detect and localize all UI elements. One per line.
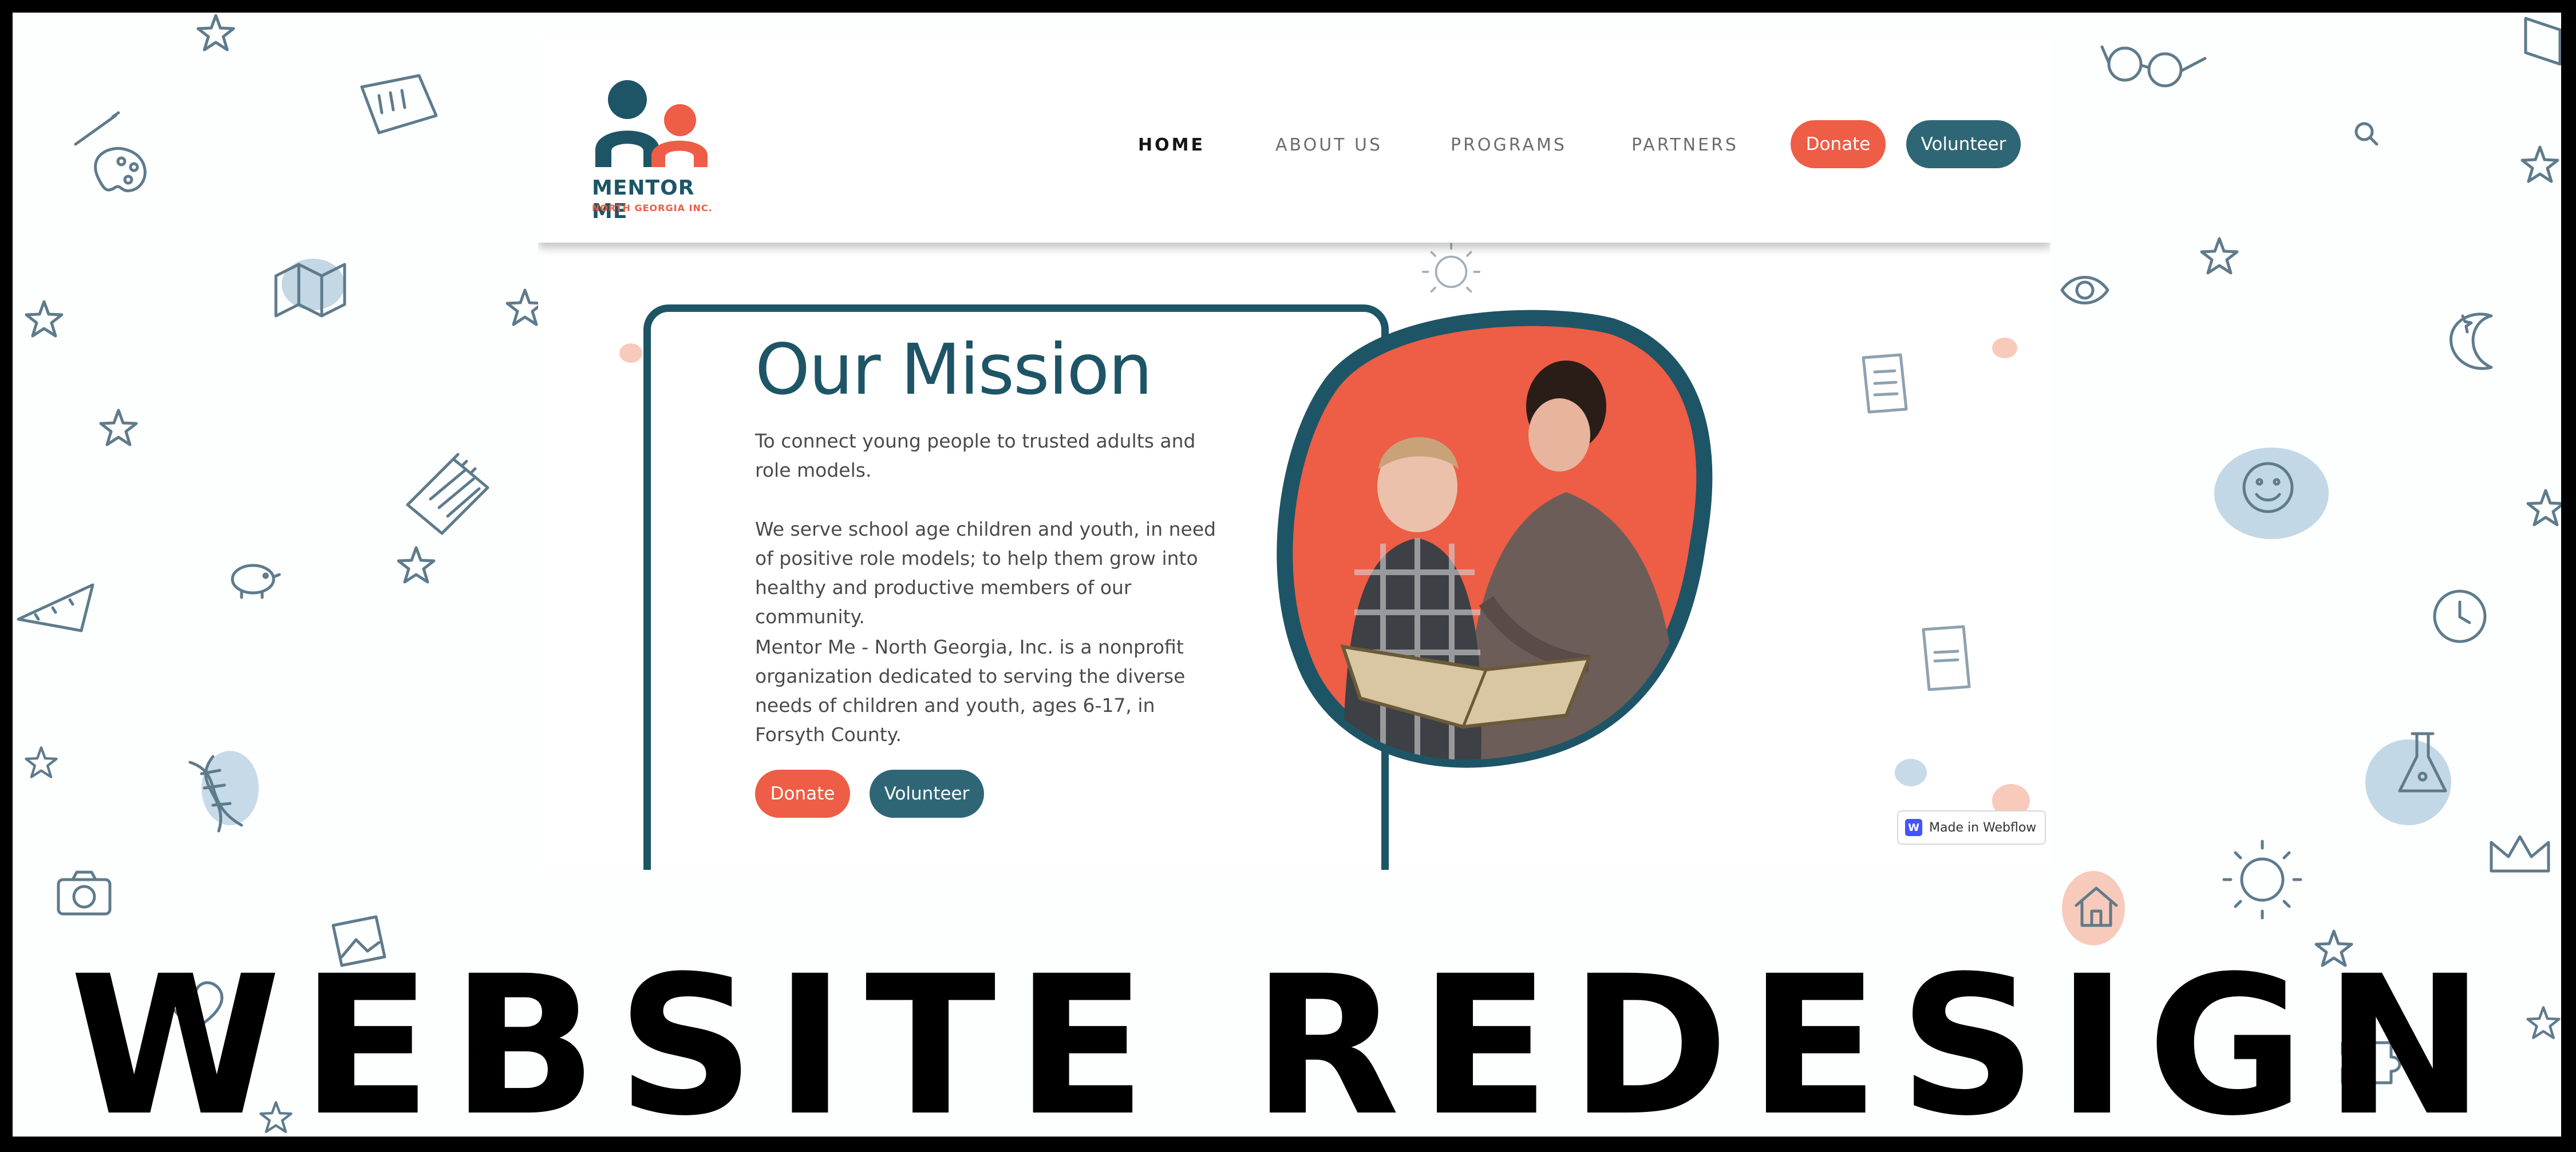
main-nav: HOME ABOUT US PROGRAMS PARTNERS Donate V…: [538, 120, 2050, 172]
house-icon: [2068, 877, 2125, 934]
mission-title: Our Mission: [755, 329, 1152, 410]
notepad-icon: [390, 448, 499, 545]
glasses-icon: [2096, 30, 2211, 93]
star-icon: [24, 299, 64, 339]
mentor-photo: [1246, 303, 1761, 818]
logo-subtitle: NORTH GEORGIA INC.: [592, 203, 713, 213]
nav-partners[interactable]: PARTNERS: [1631, 135, 1739, 155]
nav-about-us[interactable]: ABOUT US: [1275, 135, 1382, 155]
mission-paragraph: Mentor Me - North Georgia, Inc. is a non…: [755, 636, 1186, 746]
banner-title: WEBSITE REDESIGN: [69, 935, 2504, 1137]
palette-icon: [64, 104, 173, 219]
mission-volunteer-button[interactable]: Volunteer: [870, 770, 984, 818]
notepad-icon: [350, 70, 442, 144]
camera-icon: [53, 865, 116, 923]
test-paper-icon: [1855, 349, 1918, 418]
ruler-triangle-icon: [13, 573, 98, 636]
star-icon: [2199, 236, 2239, 276]
star-icon: [2520, 144, 2560, 184]
header-volunteer-button[interactable]: Volunteer: [1906, 120, 2021, 168]
nav-programs[interactable]: PROGRAMS: [1451, 135, 1567, 155]
made-in-webflow-badge[interactable]: W Made in Webflow: [1897, 810, 2046, 845]
book-icon: [2520, 13, 2561, 66]
mission-paragraph: We serve school age children and youth, …: [755, 518, 1216, 628]
star-icon: [196, 13, 236, 53]
eye-icon: [2056, 264, 2113, 316]
pink-blob: [1992, 338, 2017, 358]
header-donate-button[interactable]: Donate: [1791, 120, 1886, 168]
mission-paragraph: To connect young people to trusted adult…: [755, 430, 1196, 481]
sun-icon: [2217, 837, 2308, 923]
pink-blob: [619, 343, 642, 363]
badge-label: Made in Webflow: [1929, 820, 2037, 835]
site-header: MENTOR ME NORTH GEORGIA INC. HOME ABOUT …: [538, 34, 2050, 243]
dna-icon: [179, 751, 253, 837]
star-icon: [396, 545, 436, 585]
website-mockup: MENTOR ME NORTH GEORGIA INC. HOME ABOUT …: [538, 34, 2050, 870]
smiley-icon: [2234, 453, 2302, 522]
map-icon: [264, 253, 350, 322]
mentor-reading-photo: [1277, 310, 1713, 768]
logo-title: MENTOR ME: [592, 176, 695, 223]
moon-icon: [2440, 304, 2520, 379]
book-icon: [1912, 618, 1981, 698]
search-icon: [2348, 116, 2383, 150]
flask-icon: [2388, 722, 2457, 808]
mission-donate-button[interactable]: Donate: [755, 770, 850, 818]
star-icon: [98, 407, 139, 448]
crown-icon: [2486, 825, 2554, 882]
banner-frame: MENTOR ME NORTH GEORGIA INC. HOME ABOUT …: [13, 13, 2561, 1137]
nav-home[interactable]: HOME: [1138, 135, 1205, 155]
sun-icon: [1414, 240, 1488, 303]
piggy-bank-icon: [224, 556, 282, 602]
webflow-logo-icon: W: [1905, 819, 1922, 836]
star-icon: [2526, 488, 2561, 528]
blue-blob: [1895, 759, 1927, 786]
star-icon: [24, 745, 58, 779]
clock-icon: [2423, 579, 2497, 654]
